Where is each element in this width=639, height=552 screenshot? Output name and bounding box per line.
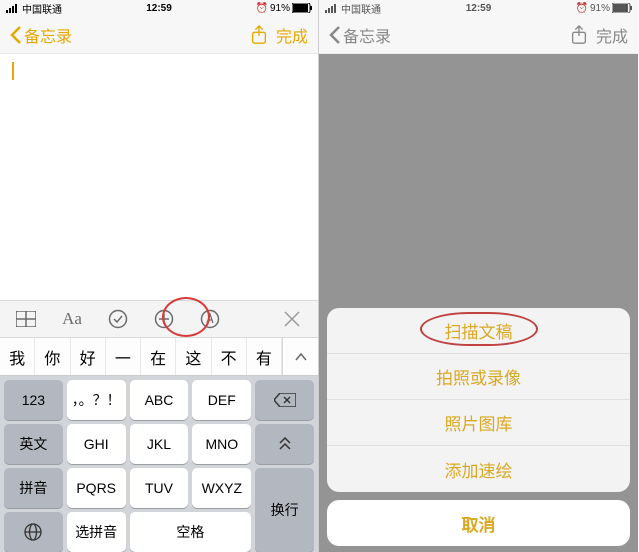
key-enter[interactable]: 换行 [255, 468, 314, 552]
done-button[interactable]: 完成 [276, 23, 308, 47]
key-select-pinyin[interactable]: 选拼音 [67, 512, 126, 552]
keyboard: 123 ，。？！ ABC DEF 英文 GHI JKL MNO 拼音 PQRS … [0, 376, 318, 552]
key-def[interactable]: DEF [192, 380, 251, 420]
sheet-cancel-button[interactable]: 取消 [327, 500, 630, 546]
checklist-icon[interactable] [106, 307, 130, 331]
sheet-cancel-label: 取消 [462, 511, 496, 536]
share-icon[interactable] [250, 25, 268, 45]
candidate-char[interactable]: 不 [212, 338, 247, 375]
candidate-char[interactable]: 这 [176, 338, 211, 375]
key-ghi[interactable]: GHI [67, 424, 126, 464]
sheet-item-label: 添加速绘 [445, 457, 513, 482]
globe-icon [24, 523, 42, 541]
key-mode-pinyin[interactable]: 拼音 [4, 468, 63, 508]
plus-icon[interactable] [152, 307, 176, 331]
key-collapse[interactable] [255, 424, 314, 464]
candidate-char[interactable]: 在 [141, 338, 176, 375]
key-jkl[interactable]: JKL [130, 424, 189, 464]
key-punct[interactable]: ，。？！ [67, 380, 126, 420]
sheet-item-label: 拍照或录像 [436, 364, 521, 389]
share-icon [570, 25, 588, 45]
key-wxyz[interactable]: WXYZ [192, 468, 251, 508]
status-bar: 中国联通 12:59 ⏰ 91% [0, 0, 318, 16]
candidate-bar: 我 你 好 一 在 这 不 有 [0, 338, 318, 376]
table-icon[interactable] [14, 307, 38, 331]
chevron-left-icon [10, 26, 22, 44]
sheet-item-label: 扫描文稿 [445, 318, 513, 343]
note-toolbar: Aa [0, 300, 318, 338]
notes-edit-screen: 中国联通 12:59 ⏰ 91% 备忘录 完成 [0, 0, 319, 552]
back-label: 备忘录 [343, 23, 391, 47]
key-abc[interactable]: ABC [130, 380, 189, 420]
sheet-photo-library[interactable]: 照片图库 [327, 400, 630, 446]
candidate-char[interactable]: 我 [0, 338, 35, 375]
back-button[interactable]: 备忘录 [10, 23, 72, 47]
done-button: 完成 [596, 23, 628, 47]
status-bar: 中国联通 12:59 ⏰ 91% [319, 0, 638, 16]
key-backspace[interactable] [255, 380, 314, 420]
nav-bar: 备忘录 完成 [0, 16, 318, 54]
back-label: 备忘录 [24, 23, 72, 47]
sheet-add-sketch[interactable]: 添加速绘 [327, 446, 630, 492]
key-pqrs[interactable]: PQRS [67, 468, 126, 508]
key-mode-english[interactable]: 英文 [4, 424, 63, 464]
status-time: 12:59 [146, 3, 172, 14]
backspace-icon [274, 393, 296, 407]
text-format-button[interactable]: Aa [60, 307, 84, 331]
sheet-scan-documents[interactable]: 扫描文稿 [327, 308, 630, 354]
key-123[interactable]: 123 [4, 380, 63, 420]
action-sheet: 扫描文稿 拍照或录像 照片图库 添加速绘 取消 [327, 308, 630, 546]
status-time: 12:59 [466, 3, 492, 14]
chevron-up-double-icon [278, 437, 292, 451]
key-tuv[interactable]: TUV [130, 468, 189, 508]
markup-icon[interactable] [198, 307, 222, 331]
candidate-char[interactable]: 一 [106, 338, 141, 375]
sheet-take-photo[interactable]: 拍照或录像 [327, 354, 630, 400]
chevron-left-icon [329, 26, 341, 44]
nav-bar: 备忘录 完成 [319, 16, 638, 54]
text-cursor [12, 62, 14, 80]
key-space[interactable]: 空格 [130, 512, 252, 552]
key-globe[interactable] [4, 512, 63, 552]
expand-candidates-icon[interactable] [282, 338, 318, 375]
sheet-item-label: 照片图库 [445, 410, 513, 435]
notes-actionsheet-screen: 中国联通 12:59 ⏰ 91% 备忘录 完成 [319, 0, 638, 552]
back-button: 备忘录 [329, 23, 391, 47]
note-editor[interactable] [0, 54, 318, 300]
key-mno[interactable]: MNO [192, 424, 251, 464]
candidate-char[interactable]: 好 [71, 338, 106, 375]
candidate-char[interactable]: 你 [35, 338, 70, 375]
candidate-char[interactable]: 有 [247, 338, 282, 375]
close-keyboard-icon[interactable] [280, 307, 304, 331]
